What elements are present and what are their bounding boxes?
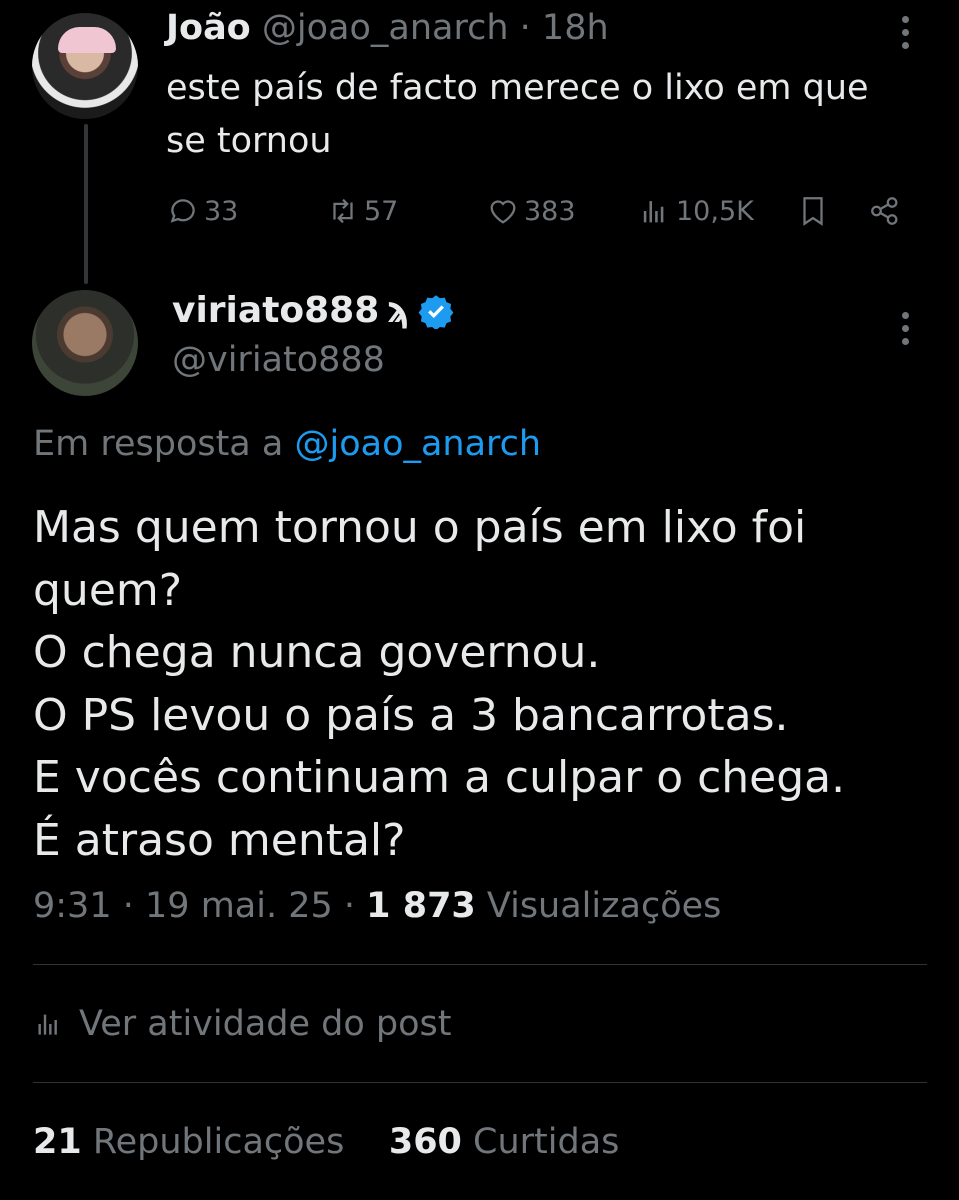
thread-connector — [84, 124, 88, 284]
tweet-line: quem? — [33, 564, 183, 616]
tweet-meta: 9:31 · 19 mai. 25 · 1 873 Visualizações — [33, 886, 721, 926]
parent-author-name[interactable]: João — [166, 8, 251, 48]
reposts-stat[interactable]: 21 Republicações — [33, 1122, 344, 1162]
divider — [33, 964, 927, 965]
author-name-row[interactable]: viriato888 ϡ — [172, 290, 454, 331]
activity-icon — [38, 1014, 57, 1035]
tweet-date[interactable]: 19 mai. 25 — [145, 886, 333, 926]
views-count: 10,5K — [676, 195, 754, 227]
repost-button[interactable]: 57 — [326, 188, 398, 234]
repost-icon — [333, 198, 353, 224]
reply-prefix: Em resposta a — [33, 424, 284, 464]
author-name[interactable]: viriato888 — [172, 290, 379, 331]
author-name-glyph: ϡ — [387, 290, 410, 331]
bookmark-icon — [803, 197, 823, 226]
like-count: 383 — [524, 195, 576, 227]
author-avatar[interactable] — [32, 290, 138, 396]
reply-to-handle-link[interactable]: @joao_anarch — [294, 424, 541, 464]
activity-label: Ver atividade do post — [79, 1004, 452, 1044]
share-icon — [871, 197, 898, 225]
more-icon[interactable] — [890, 312, 920, 352]
like-icon — [490, 200, 516, 224]
engagement-stats: 21 Republicações 360 Curtidas — [33, 1122, 619, 1162]
views-label: Visualizações — [486, 886, 722, 926]
parent-action-bar: 33 57 383 10,5K — [166, 188, 911, 234]
likes-stat[interactable]: 360 Curtidas — [389, 1122, 620, 1162]
parent-separator: · — [519, 8, 531, 48]
parent-header: João @joao_anarch · 18h — [166, 8, 609, 48]
tweet-line: E vocês continuam a culpar o chega. — [33, 752, 846, 803]
tweet-time[interactable]: 9:31 — [33, 886, 112, 926]
share-button[interactable] — [868, 188, 902, 234]
tweet-line: É atraso mental? — [33, 814, 406, 866]
reply-count: 33 — [204, 195, 239, 227]
like-button[interactable]: 383 — [486, 188, 576, 234]
likes-label: Curtidas — [473, 1122, 620, 1162]
parent-tweet-text: este país de facto merece o lixo em que … — [166, 62, 906, 168]
parent-author-handle[interactable]: @joao_anarch — [262, 8, 509, 48]
reply-button[interactable]: 33 — [166, 188, 238, 234]
tweet-text: Mas quem tornou o país em lixo foi quem?… — [33, 497, 933, 872]
bookmark-button[interactable] — [796, 188, 830, 234]
tweet-line: O PS levou o país a 3 bancarrotas. — [33, 689, 789, 741]
reposts-count: 21 — [33, 1122, 82, 1162]
tweet-line: Mas quem tornou o país em lixo foi — [33, 502, 807, 553]
author-handle[interactable]: @viriato888 — [172, 340, 385, 380]
likes-count: 360 — [388, 1122, 462, 1162]
views-total: 1 873 — [366, 886, 476, 926]
more-icon[interactable] — [890, 16, 920, 56]
reply-icon — [170, 199, 195, 223]
parent-text-line: se tornou — [166, 121, 332, 161]
repost-count: 57 — [364, 195, 399, 227]
parent-timestamp[interactable]: 18h — [542, 8, 609, 48]
parent-avatar[interactable] — [32, 13, 138, 119]
post-activity-link[interactable]: Ver atividade do post — [33, 1004, 452, 1044]
views-icon — [643, 201, 664, 223]
verified-badge-icon — [418, 294, 454, 329]
divider — [33, 1082, 927, 1083]
meta-separator: · — [343, 886, 356, 926]
reposts-label: Republicações — [92, 1122, 345, 1162]
views-button[interactable]: 10,5K — [638, 188, 754, 234]
reply-context: Em resposta a @joao_anarch — [33, 424, 541, 464]
tweet-line: O chega nunca governou. — [33, 627, 601, 678]
parent-text-line: este país de facto merece o lixo em que — [166, 68, 869, 108]
meta-separator: · — [122, 886, 134, 926]
